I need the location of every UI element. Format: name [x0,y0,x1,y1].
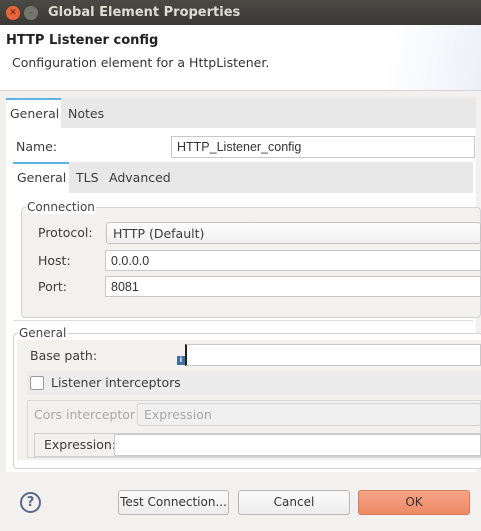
outer-tab-bar: General Notes [6,98,476,128]
tab-notes[interactable]: Notes [68,98,104,121]
info-icon: i [177,356,185,365]
protocol-label: Protocol: [38,225,93,240]
help-icon[interactable]: ? [20,492,41,513]
page-description: Configuration element for a HttpListener… [12,55,270,70]
name-label: Name: [16,139,58,154]
close-icon[interactable]: ✕ [6,6,20,20]
listener-interceptors-label: Listener interceptors [51,375,181,390]
general-legend: General [18,326,68,340]
expression-label: Expression: [44,437,117,452]
tab-tls[interactable]: TLS [76,162,99,185]
connection-legend: Connection [26,200,96,214]
host-label: Host: [38,253,71,268]
title-bar: ✕ – Global Element Properties [0,0,481,25]
tab-advanced[interactable]: Advanced [109,162,171,185]
dialog-header: HTTP Listener config Configuration eleme… [0,25,481,91]
page-title: HTTP Listener config [6,33,159,48]
port-label: Port: [38,279,67,294]
ok-button[interactable]: OK [358,490,470,515]
port-input[interactable] [105,276,481,297]
minimize-icon[interactable]: – [24,6,38,20]
host-input[interactable] [105,250,481,271]
test-connection-button[interactable]: Test Connection... [118,490,229,515]
base-path-label: Base path: [30,348,98,363]
cors-interceptor-label: Cors interceptor [34,407,136,422]
tab-inner-general[interactable]: General [13,162,69,193]
base-path-input[interactable] [185,344,481,366]
listener-interceptors-checkbox[interactable] [30,376,44,390]
window-title: Global Element Properties [48,5,241,20]
inner-tab-bar: General TLS Advanced [13,162,473,193]
expression-input[interactable] [114,434,481,456]
protocol-select[interactable]: HTTP (Default) [106,222,481,244]
name-input[interactable] [171,136,475,158]
cors-interceptor-select[interactable]: Expression [137,403,481,426]
tab-general[interactable]: General [6,98,61,128]
cancel-button[interactable]: Cancel [238,490,350,515]
